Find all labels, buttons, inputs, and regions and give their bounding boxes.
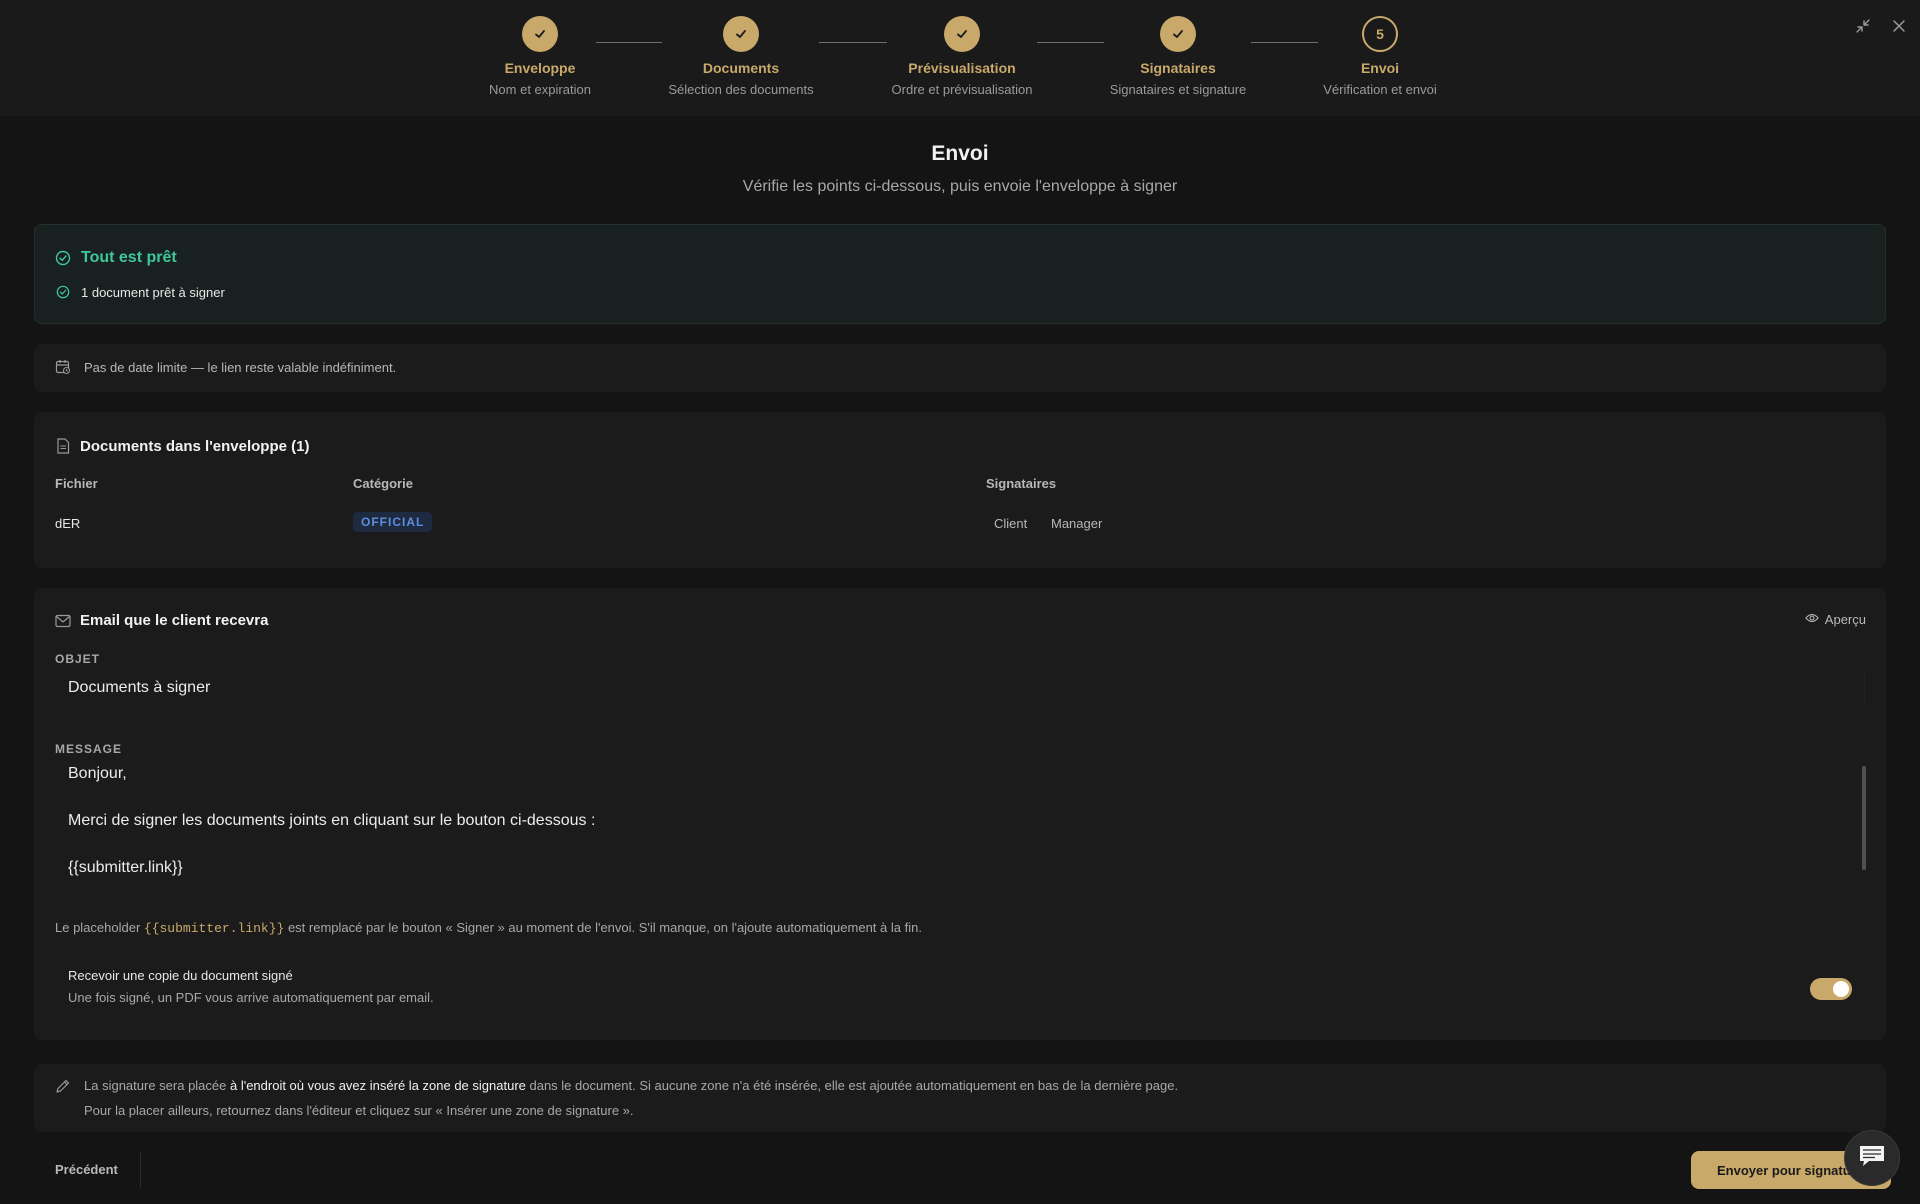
step-subtitle: Signataires et signature (1109, 82, 1247, 97)
step-number: 5 (1362, 16, 1398, 52)
page-subtitle: Vérifie les points ci-dessous, puis envo… (742, 178, 1178, 195)
previous-button[interactable]: Précédent (55, 1162, 118, 1177)
note-text: dans le document. Si aucune zone n'a été… (525, 1078, 1179, 1093)
column-header-category: Catégorie (353, 476, 413, 491)
step-envoi[interactable]: 5 Envoi Vérification et envoi (1270, 16, 1490, 97)
email-title: Email que le client recevra (80, 612, 269, 629)
collapse-icon[interactable] (1853, 16, 1873, 36)
document-icon (56, 438, 70, 459)
message-scrollbar[interactable] (1862, 766, 1866, 870)
hint-code: {{submitter.link}} (143, 921, 285, 936)
preview-button[interactable]: Aperçu (1804, 612, 1866, 627)
step-enveloppe[interactable]: Enveloppe Nom et expiration (430, 16, 650, 97)
check-circle-icon (55, 250, 71, 266)
step-subtitle: Sélection des documents (668, 82, 814, 97)
mail-icon (55, 614, 71, 633)
check-icon (723, 16, 759, 52)
signer-chip: Manager (1051, 516, 1103, 531)
close-icon[interactable] (1889, 16, 1909, 36)
subject-label: OBJET (55, 652, 101, 666)
copy-option-description: Une fois signé, un PDF vous arrive autom… (68, 990, 434, 1005)
deadline-panel: Pas de date limite — le lien reste valab… (34, 344, 1886, 392)
preview-label: Aperçu (1824, 612, 1866, 627)
step-subtitle: Nom et expiration (489, 82, 591, 97)
note-emphasis: à l'endroit où vous avez inséré la zone … (229, 1078, 526, 1093)
step-title: Prévisualisation (908, 60, 1016, 76)
column-header-file: Fichier (55, 476, 98, 491)
subject-input[interactable] (55, 670, 1865, 706)
chat-icon (1857, 1143, 1887, 1174)
page-title: Envoi (931, 142, 989, 165)
pen-icon (55, 1078, 71, 1099)
copy-option-title: Recevoir une copie du document signé (68, 968, 293, 983)
category-badge: OFFICIAL (353, 512, 433, 532)
ready-title: Tout est prêt (81, 249, 177, 266)
documents-panel: Documents dans l'enveloppe (1) Fichier C… (34, 412, 1886, 568)
toggle-knob (1833, 981, 1849, 997)
documents-title: Documents dans l'enveloppe (1) (80, 438, 310, 455)
step-documents[interactable]: Documents Sélection des documents (631, 16, 851, 97)
hint-text: est remplacé par le bouton « Signer » au… (284, 920, 922, 935)
signer-chip: Client (994, 516, 1028, 531)
step-subtitle: Vérification et envoi (1323, 82, 1437, 97)
check-icon (1160, 16, 1196, 52)
step-title: Envoi (1360, 60, 1400, 76)
step-signataires[interactable]: Signataires Signataires et signature (1068, 16, 1288, 97)
check-icon (944, 16, 980, 52)
check-icon (522, 16, 558, 52)
step-title: Signataires (1140, 60, 1216, 76)
check-circle-icon (56, 285, 70, 299)
calendar-clock-icon (55, 359, 71, 380)
eye-icon (1804, 612, 1819, 627)
message-textarea[interactable]: Bonjour, Merci de signer les documents j… (55, 758, 1865, 882)
email-panel: Email que le client recevra Aperçu OBJET… (34, 588, 1886, 1040)
step-title: Enveloppe (504, 60, 576, 76)
step-title: Documents (702, 60, 780, 76)
step-previsualisation[interactable]: Prévisualisation Ordre et prévisualisati… (852, 16, 1072, 97)
stepper-bar: Enveloppe Nom et expiration Documents Sé… (0, 0, 1920, 116)
step-subtitle: Ordre et prévisualisation (891, 82, 1033, 97)
ready-document-count: 1 document prêt à signer (81, 285, 225, 300)
signature-note-line: La signature sera placée à l'endroit où … (84, 1078, 1178, 1093)
column-header-signers: Signataires (986, 476, 1057, 491)
message-line: Merci de signer les documents joints en … (68, 812, 596, 829)
hint-text: Le placeholder (55, 920, 144, 935)
signature-note-panel: La signature sera placée à l'endroit où … (34, 1064, 1886, 1132)
placeholder-hint: Le placeholder {{submitter.link}} est re… (55, 920, 922, 936)
ready-panel: Tout est prêt 1 document prêt à signer (34, 224, 1886, 324)
deadline-text: Pas de date limite — le lien reste valab… (84, 360, 397, 375)
signature-note-line: Pour la placer ailleurs, retournez dans … (84, 1103, 634, 1118)
message-line: Bonjour, (68, 765, 127, 782)
copy-toggle[interactable] (1810, 978, 1852, 1000)
footer-divider (140, 1152, 141, 1188)
message-line: {{submitter.link}} (68, 859, 183, 876)
note-text: La signature sera placée (84, 1078, 230, 1093)
chat-widget-button[interactable] (1844, 1130, 1900, 1186)
document-file-name: dER (55, 516, 81, 531)
